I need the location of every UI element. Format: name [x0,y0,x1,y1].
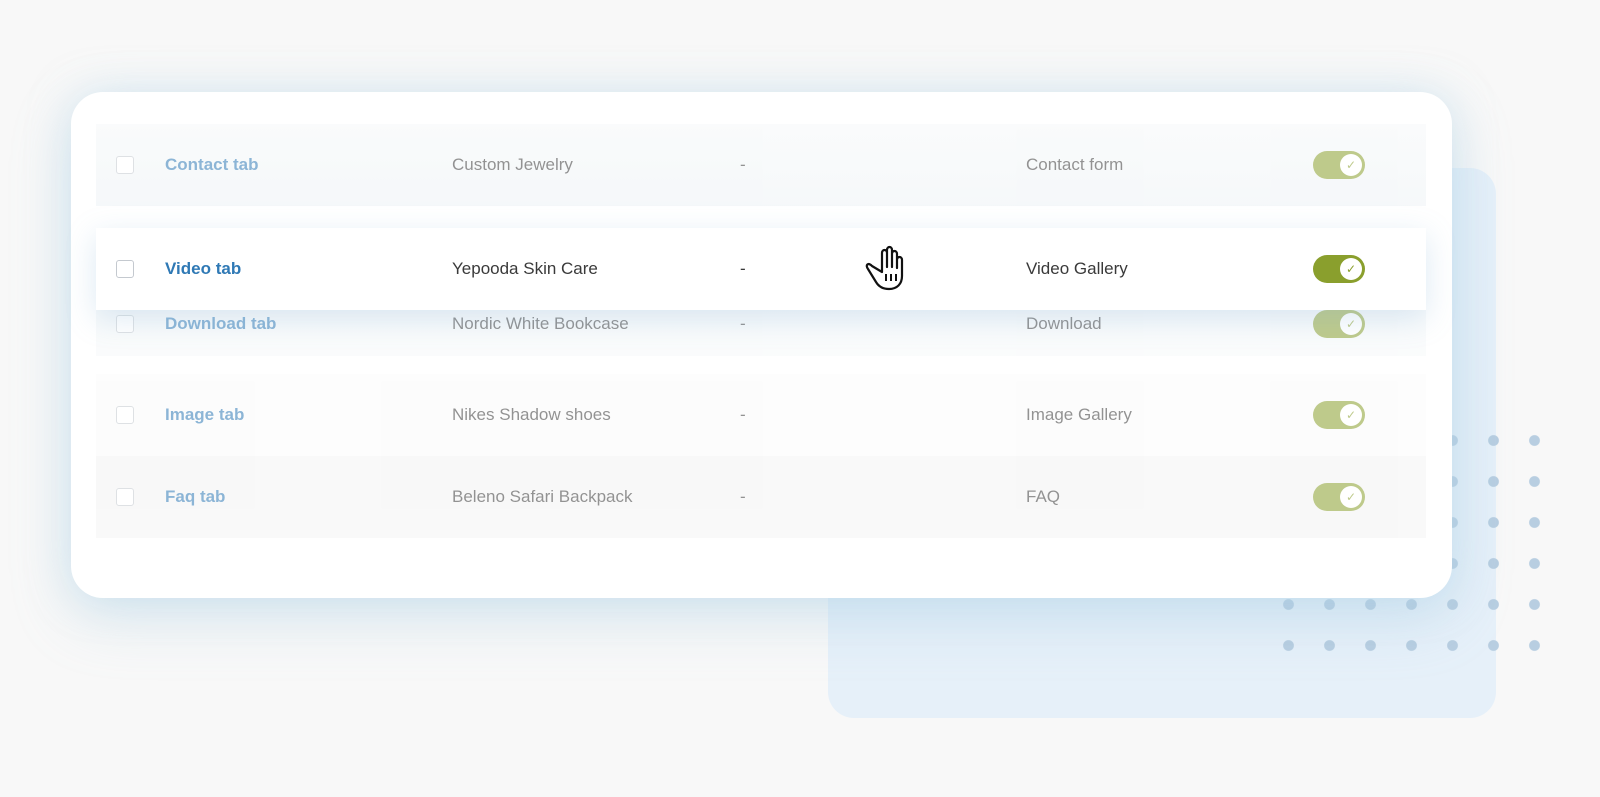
row-checkbox[interactable] [116,156,134,174]
tab-name-link[interactable]: Faq tab [165,487,225,507]
checkmark-icon: ✓ [1340,313,1362,335]
row-checkbox[interactable] [116,315,134,333]
row-checkbox[interactable] [116,260,134,278]
empty-value: - [740,405,746,424]
tab-name-link[interactable]: Video tab [165,259,241,279]
enable-toggle[interactable]: ✓ [1313,483,1365,511]
checkmark-icon: ✓ [1340,154,1362,176]
table-row[interactable]: Image tab Nikes Shadow shoes - Image Gal… [96,374,1426,456]
enable-toggle[interactable]: ✓ [1313,151,1365,179]
product-name: Nordic White Bookcase [452,314,629,333]
row-checkbox[interactable] [116,406,134,424]
tab-name-link[interactable]: Image tab [165,405,244,425]
enable-toggle[interactable]: ✓ [1313,401,1365,429]
checkmark-icon: ✓ [1340,486,1362,508]
product-name: Yepooda Skin Care [452,259,598,278]
tab-type: Video Gallery [1026,259,1128,278]
enable-toggle[interactable]: ✓ [1313,310,1365,338]
table-row-dragging[interactable]: Video tab Yepooda Skin Care - Video Gall… [96,228,1426,310]
enable-toggle[interactable]: ✓ [1313,255,1365,283]
empty-value: - [740,155,746,174]
table-row[interactable]: Contact tab Custom Jewelry - Contact for… [96,124,1426,206]
tab-name-link[interactable]: Contact tab [165,155,259,175]
grab-hand-cursor-icon [865,245,904,291]
empty-value: - [740,487,746,506]
table-row[interactable]: Faq tab Beleno Safari Backpack - FAQ ✓ [96,456,1426,538]
product-name: Custom Jewelry [452,155,573,174]
product-name: Beleno Safari Backpack [452,487,633,506]
tab-name-link[interactable]: Download tab [165,314,276,334]
tab-type: Image Gallery [1026,405,1132,424]
checkmark-icon: ✓ [1340,404,1362,426]
tab-type: Contact form [1026,155,1124,174]
empty-value: - [740,314,746,333]
product-name: Nikes Shadow shoes [452,405,611,424]
tab-type: FAQ [1026,487,1061,506]
row-checkbox[interactable] [116,488,134,506]
empty-value: - [740,259,746,278]
checkmark-icon: ✓ [1340,258,1362,280]
tab-type: Download [1026,314,1102,333]
